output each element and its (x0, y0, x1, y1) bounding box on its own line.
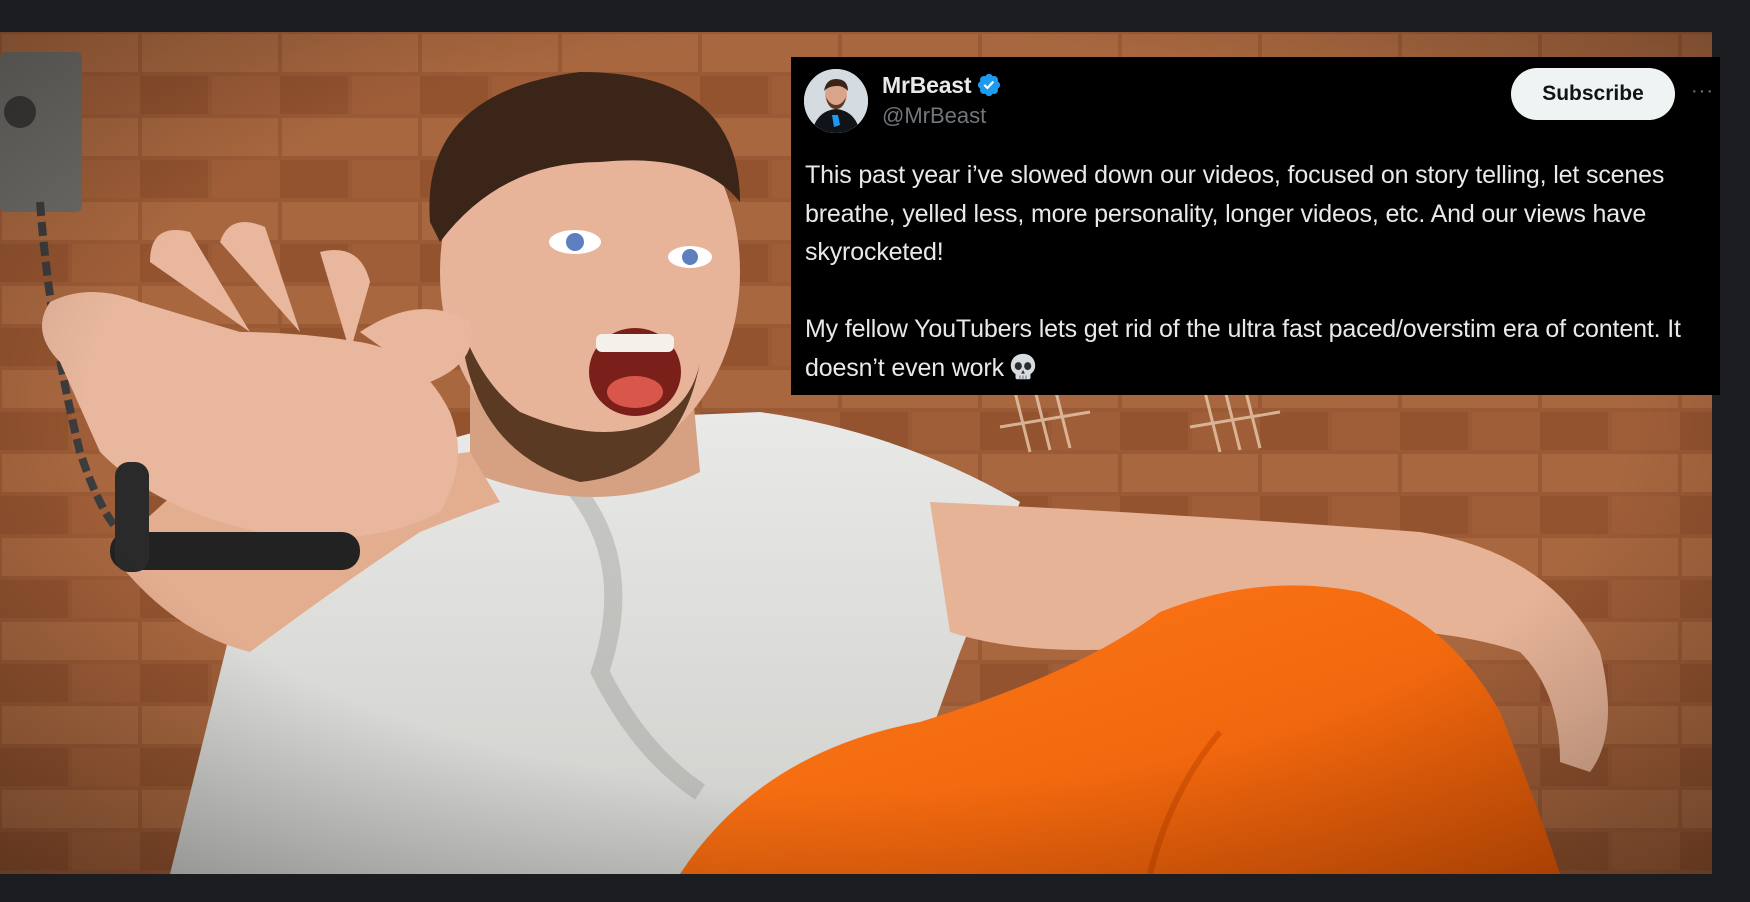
skull-emoji-icon (1010, 353, 1036, 379)
screenshot-frame: MrBeast @MrBeast Subscribe ··· This past… (0, 0, 1750, 902)
embedded-post-card: MrBeast @MrBeast Subscribe ··· This past… (791, 57, 1720, 395)
post-paragraph-2-text: My fellow YouTubers lets get rid of the … (805, 315, 1681, 382)
verified-badge-icon (978, 73, 1001, 97)
post-paragraph-2: My fellow YouTubers lets get rid of the … (805, 310, 1717, 387)
post-paragraph-1: This past year i’ve slowed down our vide… (805, 161, 1665, 266)
display-name[interactable]: MrBeast (882, 72, 972, 99)
avatar[interactable] (804, 69, 868, 133)
post-text: This past year i’ve slowed down our vide… (805, 156, 1717, 387)
more-horizontal-icon[interactable]: ··· (1691, 81, 1717, 107)
author-handle[interactable]: @MrBeast (882, 103, 986, 129)
author-row: MrBeast (882, 71, 1002, 99)
subscribe-button[interactable]: Subscribe (1511, 68, 1675, 120)
